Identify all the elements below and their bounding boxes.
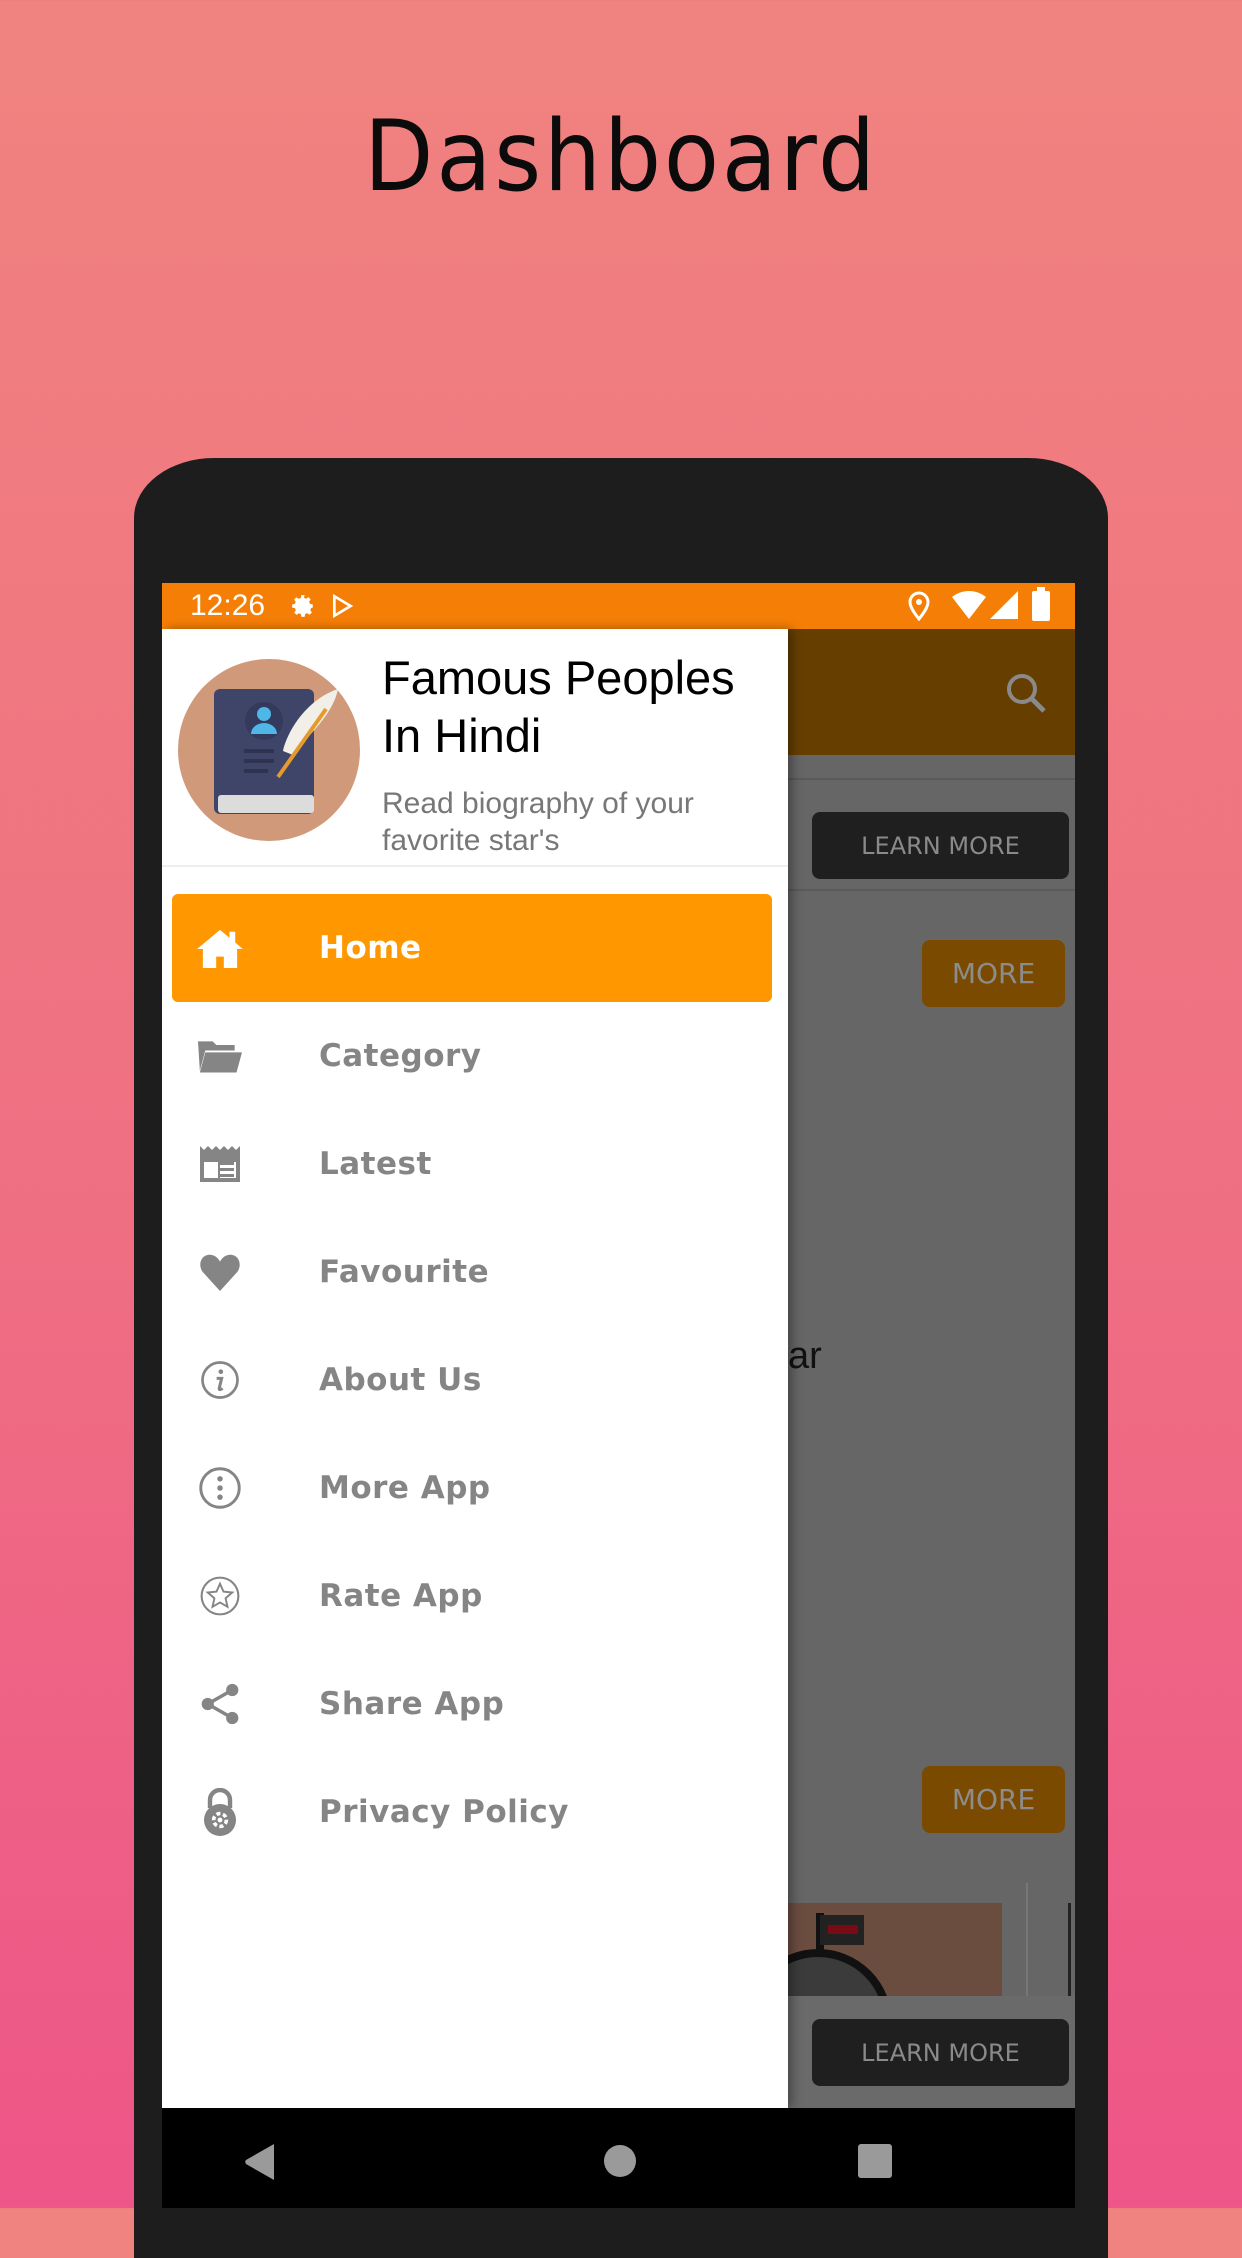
more-vertical-icon xyxy=(172,1466,268,1510)
star-icon xyxy=(172,1575,268,1617)
page-title: Dashboard xyxy=(364,100,878,214)
app-title-line1: Famous Peoples xyxy=(382,651,735,704)
info-icon xyxy=(172,1360,268,1400)
app-title: Famous Peoples In Hindi xyxy=(382,649,735,765)
thumbnail-image[interactable] xyxy=(788,1903,1002,1996)
drawer-item-rate-app[interactable]: Rate App xyxy=(172,1542,772,1650)
divider xyxy=(788,778,1075,780)
home-icon xyxy=(172,928,268,968)
newspaper-icon xyxy=(172,1146,268,1182)
drawer-item-favourite[interactable]: Favourite xyxy=(172,1218,772,1326)
drawer-item-label: Privacy Policy xyxy=(319,1794,569,1830)
gear-icon xyxy=(292,595,313,617)
more-button[interactable]: MORE xyxy=(922,940,1065,1007)
play-store-icon xyxy=(332,593,354,619)
drawer-item-label: Favourite xyxy=(319,1254,490,1290)
app-subtitle: Read biography of your favorite star's xyxy=(382,787,694,857)
phone-screen: 12:26 LEARN MORE MORE ar MORE LEARN MORE xyxy=(162,583,1075,2208)
divider xyxy=(1026,1883,1028,1996)
search-icon[interactable] xyxy=(1002,669,1050,717)
drawer-item-share-app[interactable]: Share App xyxy=(172,1650,772,1758)
card-edge xyxy=(1068,1903,1071,1996)
drawer-item-about-us[interactable]: About Us xyxy=(172,1326,772,1434)
app-title-line2: In Hindi xyxy=(382,709,542,762)
recents-icon[interactable] xyxy=(858,2144,892,2178)
explorer-flag-illustration xyxy=(788,1913,887,1996)
app-logo xyxy=(178,659,360,841)
folder-icon xyxy=(172,1039,268,1073)
location-icon xyxy=(908,591,930,621)
privacy-lock-icon xyxy=(172,1788,268,1836)
battery-icon xyxy=(1032,587,1050,621)
drawer-item-label: Share App xyxy=(319,1686,505,1722)
drawer-item-latest[interactable]: Latest xyxy=(172,1110,772,1218)
book-quill-icon xyxy=(214,689,338,814)
partial-title-text: ar xyxy=(788,1335,822,1377)
navigation-drawer: Famous Peoples In Hindi Read biography o… xyxy=(162,629,788,2108)
wifi-icon xyxy=(952,591,986,619)
status-bar: 12:26 xyxy=(162,583,1075,629)
drawer-item-category[interactable]: Category xyxy=(172,1002,772,1110)
signal-icon xyxy=(990,591,1018,619)
heart-icon xyxy=(172,1253,268,1291)
learn-more-button[interactable]: LEARN MORE xyxy=(812,2019,1069,2086)
drawer-item-label: Rate App xyxy=(319,1578,483,1614)
divider xyxy=(788,889,1075,891)
drawer-item-label: Category xyxy=(319,1038,482,1074)
status-time: 12:26 xyxy=(190,589,266,622)
drawer-item-label: About Us xyxy=(319,1362,482,1398)
more-button[interactable]: MORE xyxy=(922,1766,1065,1833)
drawer-item-home[interactable]: Home xyxy=(172,894,772,1002)
drawer-item-label: Latest xyxy=(319,1146,432,1182)
system-nav-bar xyxy=(162,2108,1075,2208)
home-nav-icon[interactable] xyxy=(603,2144,637,2178)
learn-more-button[interactable]: LEARN MORE xyxy=(812,812,1069,879)
drawer-item-privacy-policy[interactable]: Privacy Policy xyxy=(172,1758,772,1866)
share-icon xyxy=(172,1683,268,1725)
drawer-item-label: Home xyxy=(319,930,422,966)
header-divider xyxy=(162,865,788,867)
drawer-item-label: More App xyxy=(319,1470,491,1506)
back-icon[interactable] xyxy=(244,2144,276,2180)
drawer-item-more-app[interactable]: More App xyxy=(172,1434,772,1542)
